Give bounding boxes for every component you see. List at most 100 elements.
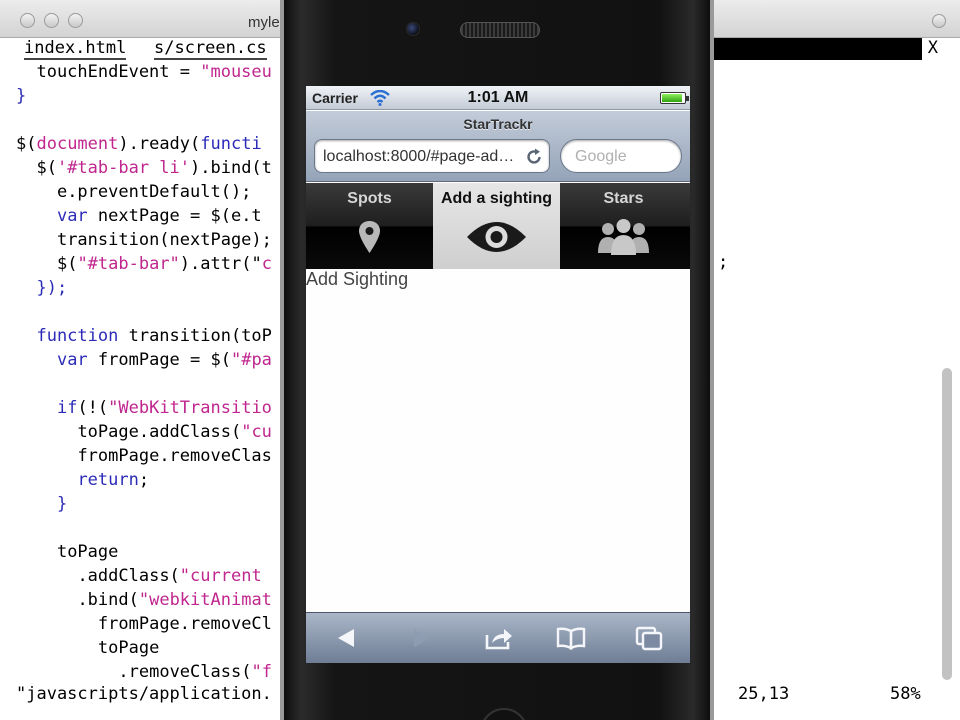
- code-line[interactable]: toPage.addClass("cu: [77, 420, 271, 444]
- code-token: transition(nextPage);: [56, 230, 272, 250]
- minimize-window-button[interactable]: [44, 13, 59, 28]
- code-line[interactable]: toPage: [98, 636, 159, 660]
- code-token: ).bind(t: [190, 158, 272, 178]
- code-line[interactable]: .removeClass("f: [118, 660, 272, 684]
- vertical-scrollbar[interactable]: [940, 60, 954, 680]
- code-line[interactable]: fromPage.removeClas: [77, 444, 271, 468]
- code-token: if: [56, 398, 78, 418]
- code-line[interactable]: fromPage.removeCl: [98, 612, 272, 636]
- code-line[interactable]: $('#tab-bar li').bind(t: [36, 156, 271, 180]
- code-token: return: [77, 470, 139, 490]
- code-line[interactable]: $(document).ready(functi: [16, 132, 262, 156]
- code-token: var: [56, 350, 88, 370]
- code-token: "#tab-bar": [77, 254, 180, 274]
- toolbar-toggle-button[interactable]: [932, 14, 946, 28]
- bookmarks-icon[interactable]: [556, 625, 586, 651]
- speaker-grille: [460, 22, 540, 38]
- back-arrow-icon[interactable]: [332, 625, 362, 651]
- url-field[interactable]: localhost:8000/#page-add-sighting: [314, 139, 550, 173]
- tab-spots[interactable]: Spots: [306, 183, 433, 269]
- zoom-window-button[interactable]: [68, 13, 83, 28]
- code-token: ;: [138, 470, 150, 490]
- page-title: StarTrackr: [463, 116, 533, 132]
- camera-icon: [406, 22, 420, 36]
- code-line[interactable]: var nextPage = $(e.t: [57, 204, 262, 228]
- code-token: .removeClass(: [118, 662, 252, 682]
- code-token: "f: [251, 662, 272, 682]
- code-token: "WebKitTransitio: [108, 398, 272, 418]
- people-icon: [598, 219, 649, 255]
- code-token: '#tab-bar li': [56, 158, 191, 178]
- code-token: "#pa: [230, 350, 272, 370]
- tab-add-sighting[interactable]: Add a sighting: [433, 183, 560, 269]
- tab-bar: Spots Add a sighting Stars: [306, 183, 690, 269]
- safari-toolbar: [306, 612, 690, 663]
- code-token: ).ready(: [118, 134, 201, 154]
- code-token: toPage: [56, 542, 119, 562]
- code-line[interactable]: touchEndEvent = "mouseu: [36, 60, 271, 84]
- tab-stars[interactable]: Stars: [560, 183, 687, 269]
- code-token: "cu: [241, 422, 272, 442]
- search-placeholder[interactable]: Google: [575, 148, 627, 166]
- scrollbar-thumb[interactable]: [942, 368, 952, 680]
- buffer-tab-screen-css[interactable]: s/screen.cs: [154, 38, 267, 60]
- code-line[interactable]: e.preventDefault();: [57, 180, 251, 204]
- code-token: fromPage = $(: [87, 350, 231, 370]
- code-line[interactable]: }: [16, 84, 26, 108]
- tab-stars-label: Stars: [603, 190, 644, 207]
- phone-screen: Carrier 1:01 AM StarTrackr localhost:800…: [306, 86, 690, 663]
- tabline-close-button[interactable]: X: [928, 38, 938, 58]
- tabline-fill: [710, 38, 922, 60]
- code-fragment-right: ;: [718, 252, 729, 272]
- code-line[interactable]: var fromPage = $("#pa: [57, 348, 272, 372]
- pages-icon[interactable]: [634, 625, 664, 651]
- code-line[interactable]: });: [36, 276, 67, 300]
- code-line[interactable]: .addClass("current: [77, 564, 271, 588]
- code-line[interactable]: return;: [77, 468, 149, 492]
- safari-address-bar: StarTrackr localhost:8000/#page-add-sigh…: [306, 111, 690, 182]
- code-line[interactable]: transition(nextPage);: [57, 228, 272, 252]
- code-token: "current: [179, 566, 272, 586]
- code-token: fromPage.removeClas: [77, 446, 272, 466]
- code-token: c: [261, 254, 272, 274]
- cursor-position: 25,13: [738, 684, 790, 704]
- code-line[interactable]: }: [57, 492, 67, 516]
- code-token: toPage: [97, 638, 160, 658]
- code-token: touchEndEvent =: [36, 62, 201, 82]
- code-token: document: [36, 134, 119, 154]
- reload-icon[interactable]: [524, 147, 544, 167]
- code-token: (!(: [77, 398, 109, 418]
- search-field[interactable]: Google: [560, 139, 682, 173]
- page-heading: Add Sighting: [306, 269, 409, 289]
- code-line[interactable]: if(!("WebKitTransitio: [57, 396, 272, 420]
- code-line[interactable]: function transition(toP: [36, 324, 271, 348]
- share-icon[interactable]: [484, 625, 514, 651]
- code-token: }: [16, 86, 27, 106]
- scroll-percent: 58%: [890, 684, 921, 704]
- buffer-tab-index-html[interactable]: index.html: [24, 38, 127, 60]
- code-token: $(: [16, 134, 37, 154]
- map-pin-icon: [359, 221, 380, 253]
- code-token: function: [36, 326, 119, 346]
- status-clock: 1:01 AM: [467, 89, 529, 106]
- url-text[interactable]: localhost:8000/#page-add-sighting: [323, 148, 523, 166]
- code-token: $(: [56, 254, 78, 274]
- code-token: fromPage.removeCl: [97, 614, 272, 634]
- tab-add-sighting-label: Add a sighting: [440, 190, 553, 207]
- code-token: transition(toP: [118, 326, 272, 346]
- ios-status-bar: Carrier 1:01 AM: [306, 86, 690, 110]
- tab-spots-label: Spots: [347, 190, 392, 207]
- code-token: nextPage = $(e.t: [87, 206, 262, 226]
- close-window-button[interactable]: [20, 13, 35, 28]
- code-token: }: [56, 494, 68, 514]
- battery-icon: [660, 92, 689, 104]
- code-token: $(: [36, 158, 57, 178]
- code-line[interactable]: toPage: [57, 540, 118, 564]
- code-token: ).attr(": [179, 254, 262, 274]
- forward-arrow-icon[interactable]: [406, 625, 436, 651]
- eye-icon: [467, 222, 526, 252]
- code-line[interactable]: .bind("webkitAnimat: [77, 588, 271, 612]
- home-button[interactable]: [480, 708, 528, 720]
- code-line[interactable]: $("#tab-bar").attr("c: [57, 252, 272, 276]
- code-token: "webkitAnimat: [138, 590, 272, 610]
